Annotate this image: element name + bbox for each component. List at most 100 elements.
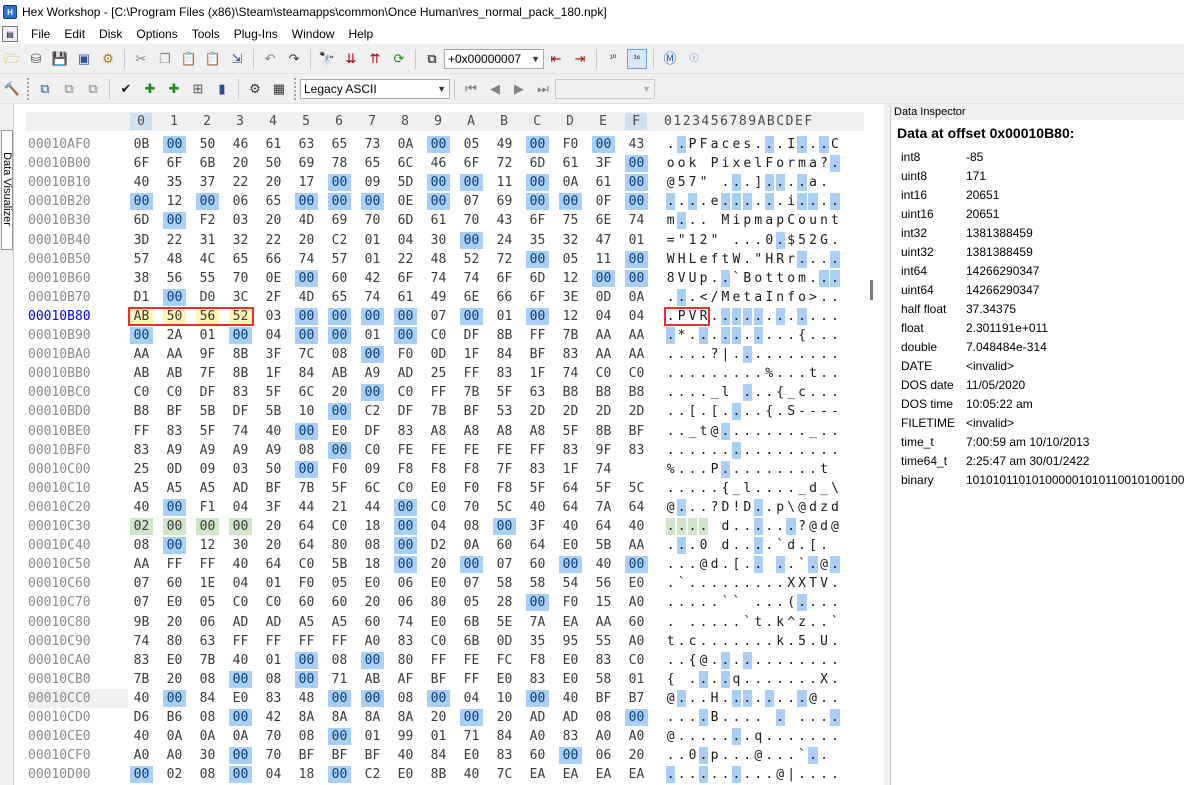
hex-byte-cell[interactable]: E0 [163,652,186,669]
hex-byte-cell[interactable]: 1F [262,365,285,382]
hex-byte-cell[interactable]: 00 [163,136,186,153]
ascii-char-cell[interactable]: ` [721,594,730,611]
ascii-char-cell[interactable]: * [677,327,686,344]
ascii-char-cell[interactable]: . [743,232,752,249]
hex-byte-cell[interactable]: FF [328,633,351,650]
hex-byte-cell[interactable]: 56 [163,270,186,287]
hex-byte-cell[interactable]: 40 [262,423,285,440]
hex-byte-cell[interactable]: A9 [163,442,186,459]
hex-byte-cell[interactable]: 60 [526,556,549,573]
ascii-char-cell[interactable]: . [764,689,774,707]
hex-byte-cell[interactable]: 25 [130,461,153,478]
hex-byte-cell[interactable]: 00 [196,193,219,211]
ascii-char-cell[interactable]: . [666,575,675,592]
ascii-char-cell[interactable]: . [786,633,795,650]
document-system-menu-icon[interactable]: ▤ [2,26,18,42]
ascii-char-cell[interactable]: l [754,155,763,172]
ascii-char-cell[interactable]: . [688,480,697,497]
hex-byte-cell[interactable]: 00 [394,556,417,574]
ascii-char-cell[interactable]: . [688,442,697,459]
hex-byte-cell[interactable]: C0 [163,384,186,401]
ascii-char-cell[interactable]: . [776,747,785,764]
hex-byte-cell[interactable]: 01 [361,728,384,745]
hex-byte-cell[interactable]: C0 [394,384,417,401]
hex-byte-cell[interactable]: 48 [163,251,186,268]
hex-byte-cell[interactable]: 40 [625,518,648,535]
hex-byte-cell[interactable]: 01 [427,728,450,745]
ascii-char-cell[interactable]: . [830,250,840,268]
hex-byte-cell[interactable]: 65 [328,136,351,153]
hex-byte-cell[interactable]: 00 [625,709,648,726]
ascii-char-cell[interactable]: m [797,270,806,287]
ascii-char-cell[interactable]: . [666,518,676,535]
ascii-char-cell[interactable]: i [732,212,741,229]
ascii-char-cell[interactable]: . [732,747,741,764]
hex-byte-cell[interactable]: 64 [295,537,318,554]
hex-byte-cell[interactable]: C0 [427,499,450,516]
ascii-char-cell[interactable]: . [797,442,806,459]
hex-byte-cell[interactable]: DF [361,423,384,440]
ascii-char-cell[interactable]: t [699,423,708,440]
hex-byte-cell[interactable]: 70 [460,212,483,229]
hex-byte-cell[interactable]: 04 [394,232,417,249]
hex-byte-cell[interactable]: B8 [592,384,615,401]
hex-byte-cell[interactable]: 00 [295,327,318,344]
hex-byte-cell[interactable]: C2 [328,232,351,249]
ascii-char-cell[interactable]: ? [710,499,719,516]
ascii-char-cell[interactable]: t [765,270,774,287]
ascii-char-cell[interactable]: . [830,575,839,592]
ascii-char-cell[interactable]: @ [754,747,763,764]
hex-byte-cell[interactable]: AA [625,327,648,344]
hex-byte-cell[interactable]: 08 [262,671,285,688]
hex-byte-cell[interactable]: 00 [229,518,252,535]
ascii-char-cell[interactable]: U [819,633,828,650]
hex-byte-cell[interactable]: 9F [592,442,615,459]
ascii-char-cell[interactable]: { [797,327,806,344]
hex-byte-cell[interactable]: 0D [592,289,615,306]
ascii-char-cell[interactable]: . [830,633,839,650]
ascii-char-cell[interactable]: . [677,193,686,210]
hex-byte-cell[interactable]: 35 [163,174,186,191]
ascii-char-cell[interactable]: . [765,480,774,497]
ascii-char-cell[interactable]: C [786,212,795,229]
hex-byte-cell[interactable]: 01 [493,308,516,325]
hex-byte-cell[interactable]: 21 [328,499,351,516]
hex-byte-cell[interactable]: E0 [361,575,384,592]
ascii-char-cell[interactable]: . [797,728,806,745]
hex-byte-cell[interactable]: 20 [493,709,516,726]
ascii-char-cell[interactable]: . [710,728,719,745]
hex-byte-cell[interactable]: 9F [196,346,219,363]
ascii-char-cell[interactable]: . [808,709,817,726]
hex-byte-cell[interactable]: AD [229,480,252,497]
ascii-char-cell[interactable]: . [819,423,828,440]
copy-icon[interactable]: ❐ [155,49,175,69]
ascii-char-cell[interactable]: @ [666,499,675,516]
ascii-char-cell[interactable]: . [776,442,785,459]
hex-byte-cell[interactable]: 00 [229,766,252,784]
ascii-char-cell[interactable]: . [797,709,806,726]
hex-byte-cell[interactable]: A0 [625,594,648,611]
hex-byte-cell[interactable]: 5E [493,614,516,631]
ascii-char-cell[interactable]: . [765,308,774,325]
ascii-char-cell[interactable]: . [754,403,763,420]
find-next-icon[interactable]: ⇊ [341,49,361,69]
ascii-char-cell[interactable]: ` [797,556,806,573]
ascii-char-cell[interactable]: e [699,251,708,268]
hex-byte-cell[interactable]: 64 [559,480,582,497]
ascii-char-cell[interactable]: . [797,250,807,268]
ascii-char-cell[interactable]: . [808,594,817,611]
hex-byte-cell[interactable]: 50 [262,155,285,172]
hex-byte-cell[interactable]: B7 [625,690,648,707]
hex-byte-cell[interactable]: 00 [592,269,615,287]
ascii-char-cell[interactable]: . [732,232,741,249]
ascii-char-cell[interactable]: ` [732,270,741,287]
ascii-char-cell[interactable]: . [797,689,807,707]
hex-byte-cell[interactable]: 83 [493,365,516,382]
hex-byte-cell[interactable]: 00 [328,193,351,211]
hex-byte-cell[interactable]: 6C [361,480,384,497]
inspector-row[interactable]: half float 37.34375 [891,300,1184,319]
ascii-char-cell[interactable]: . [808,442,817,459]
hex-byte-cell[interactable]: 44 [361,499,384,516]
hex-byte-cell[interactable]: 57 [130,251,153,268]
hex-byte-cell[interactable]: 04 [625,308,648,325]
